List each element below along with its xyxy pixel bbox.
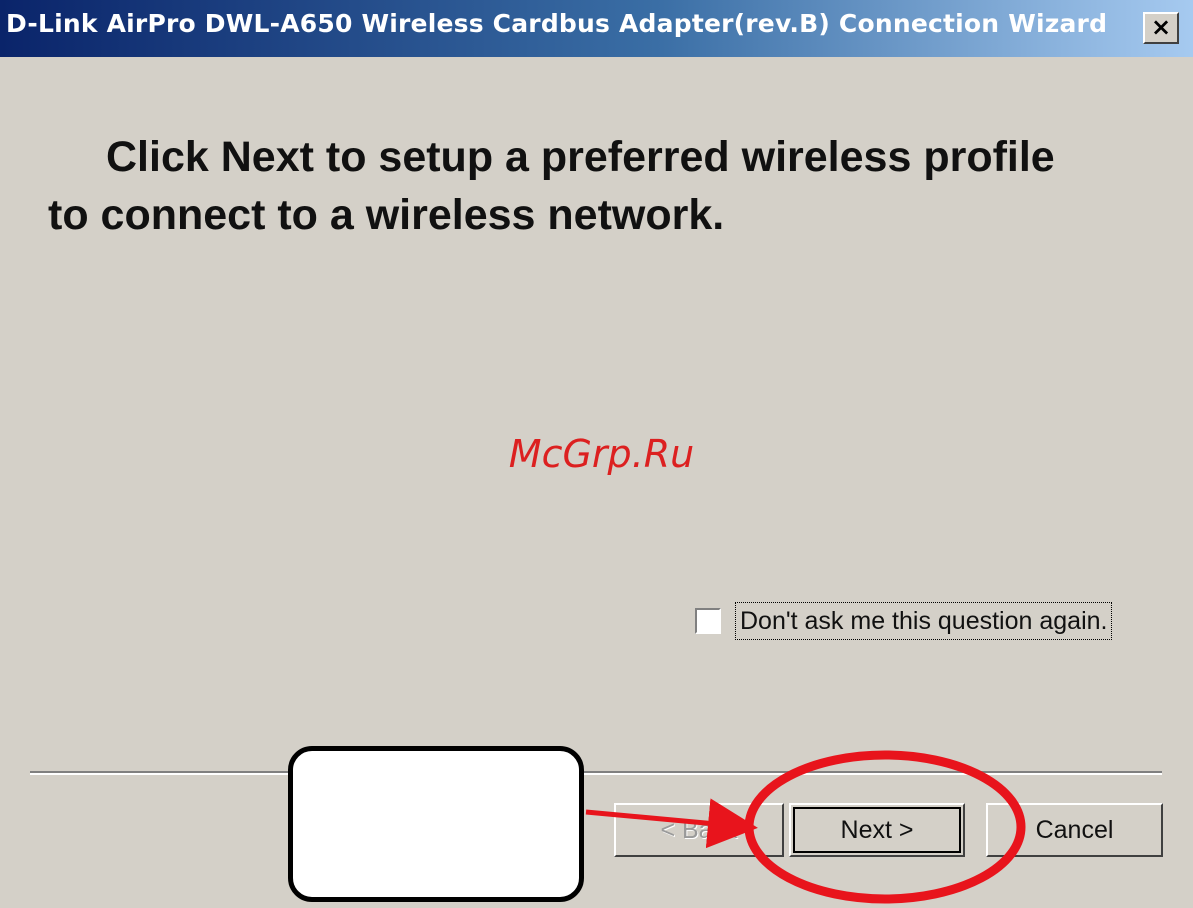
watermark: McGrp.Ru bbox=[508, 432, 695, 476]
close-icon: × bbox=[1150, 13, 1172, 41]
headline-line-1: Click Next to setup a preferred wireless… bbox=[106, 133, 1055, 181]
dont-ask-checkbox[interactable] bbox=[695, 608, 721, 634]
next-button[interactable]: Next > bbox=[789, 803, 965, 857]
annotation-callout-box bbox=[288, 746, 584, 902]
title-bar[interactable]: D-Link AirPro DWL-A650 Wireless Cardbus … bbox=[0, 0, 1193, 57]
close-button[interactable]: × bbox=[1143, 12, 1179, 44]
divider bbox=[30, 771, 1162, 775]
page-title: Click Next to setup a preferred wireless… bbox=[48, 128, 1168, 244]
back-button[interactable]: < Back bbox=[614, 803, 784, 857]
wizard-window: D-Link AirPro DWL-A650 Wireless Cardbus … bbox=[0, 0, 1193, 908]
dont-ask-label[interactable]: Don't ask me this question again. bbox=[735, 602, 1113, 640]
headline-line-2: to connect to a wireless network. bbox=[48, 191, 725, 239]
cancel-button[interactable]: Cancel bbox=[986, 803, 1163, 857]
window-title: D-Link AirPro DWL-A650 Wireless Cardbus … bbox=[6, 9, 1108, 38]
